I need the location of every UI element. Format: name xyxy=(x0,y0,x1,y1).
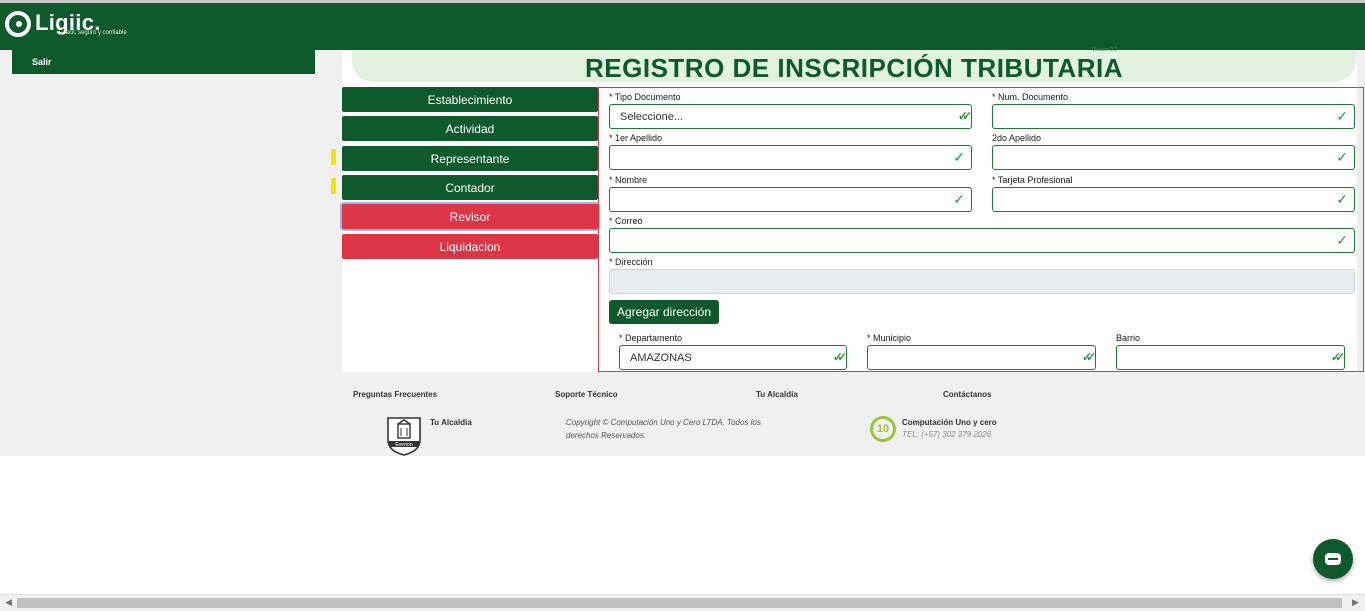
departamento-select[interactable]: AMAZONAS ✓✓ xyxy=(619,345,847,370)
crest-icon: Everton xyxy=(387,417,421,456)
exit-button[interactable]: Salir xyxy=(12,50,315,74)
correo-label: * Correo xyxy=(609,216,643,226)
nav-establecimiento-button[interactable]: Establecimiento xyxy=(342,87,598,112)
footer-support-link[interactable]: Soporte Técnico xyxy=(555,390,618,399)
apellido1-label: * 1er Apellido xyxy=(609,133,663,143)
direccion-input xyxy=(609,269,1355,294)
direccion-label: * Dirección xyxy=(609,257,653,267)
footer-alcaldia-label: Tu Alcaldía xyxy=(430,418,472,427)
check-icon: ✓ xyxy=(953,191,965,207)
footer-alcaldia-link[interactable]: Tu Alcaldía xyxy=(756,390,798,399)
copyright-line2: derechos Reservados. xyxy=(566,431,647,440)
chat-icon xyxy=(1325,553,1341,565)
nav-liquidacion-button[interactable]: Liquidacion xyxy=(342,234,598,259)
municipio-label: * Municipio xyxy=(867,333,912,343)
check-icon: ✓ xyxy=(1336,108,1348,124)
logo-icon xyxy=(5,11,31,37)
apellido1-input[interactable]: ✓ xyxy=(609,145,972,170)
footer-faq-link[interactable]: Preguntas Frecuentes xyxy=(353,390,437,399)
company-logo: 10 xyxy=(870,416,896,442)
copyright-line1: Copyright © Computación Uno y Cero LTDA.… xyxy=(566,418,761,427)
double-check-icon: ✓✓ xyxy=(957,109,972,123)
tipo-documento-select[interactable]: Seleccione... ✓✓ xyxy=(609,104,972,129)
check-icon: ✓ xyxy=(1336,149,1348,165)
departamento-value: AMAZONAS xyxy=(630,352,692,364)
apellido2-label: 2do Apellido xyxy=(992,133,1042,143)
nav-revisor-button[interactable]: Revisor xyxy=(342,204,598,229)
nombre-label: * Nombre xyxy=(609,175,648,185)
footer-contact-link[interactable]: Contáctanos xyxy=(943,390,991,399)
add-address-button[interactable]: Agregar dirección xyxy=(609,300,719,324)
nombre-input[interactable]: ✓ xyxy=(609,187,972,212)
brand-tagline: fácil, seguro y confiable xyxy=(64,30,127,36)
page-title: REGISTRO DE INSCRIPCIÓN TRIBUTARIA xyxy=(585,53,1123,83)
company-phone: TEL: (+57) 302 379 2026 xyxy=(902,430,992,439)
tipo-documento-label: * Tipo Documento xyxy=(609,92,681,102)
departamento-label: * Departamento xyxy=(619,333,683,343)
scrollbar-thumb[interactable] xyxy=(17,598,1342,608)
nav-actividad-button[interactable]: Actividad xyxy=(342,116,598,141)
correo-input[interactable]: ✓ xyxy=(609,228,1355,253)
chat-button[interactable] xyxy=(1313,539,1353,579)
barrio-select[interactable]: ✓✓ xyxy=(1116,345,1345,370)
scroll-right-icon[interactable]: ▶ xyxy=(1352,597,1359,608)
crest-name: Everton xyxy=(395,442,412,448)
municipio-select[interactable]: ✓✓ xyxy=(867,345,1096,370)
nav-representante-button[interactable]: Representante xyxy=(342,146,598,171)
check-icon: ✓ xyxy=(1336,232,1348,248)
scroll-left-icon[interactable]: ◀ xyxy=(5,597,12,608)
double-check-icon: ✓✓ xyxy=(832,350,847,364)
tarjeta-label: * Tarjeta Profesional xyxy=(992,175,1073,185)
apellido2-input[interactable]: ✓ xyxy=(992,145,1355,170)
horizontal-scrollbar[interactable]: ◀ ▶ xyxy=(0,594,1365,611)
left-sidebar xyxy=(0,50,342,456)
num-documento-input[interactable]: ✓ xyxy=(992,104,1355,129)
footer xyxy=(342,372,1365,456)
tipo-documento-value: Seleccione... xyxy=(620,111,683,123)
num-documento-label: * Num. Documento xyxy=(992,92,1069,102)
double-check-icon: ✓✓ xyxy=(1081,350,1096,364)
tarjeta-input[interactable]: ✓ xyxy=(992,187,1355,212)
top-header: Ligiic. fácil, seguro y confiable xyxy=(0,3,1365,50)
check-icon: ✓ xyxy=(953,149,965,165)
company-name: Computación Uno y cero xyxy=(902,418,997,427)
nav-contador-button[interactable]: Contador xyxy=(342,175,598,200)
barrio-label: Barrio xyxy=(1116,333,1141,343)
check-icon: ✓ xyxy=(1336,191,1348,207)
pending-marker xyxy=(331,178,336,194)
double-check-icon: ✓✓ xyxy=(1330,350,1345,364)
pending-marker xyxy=(331,149,336,165)
